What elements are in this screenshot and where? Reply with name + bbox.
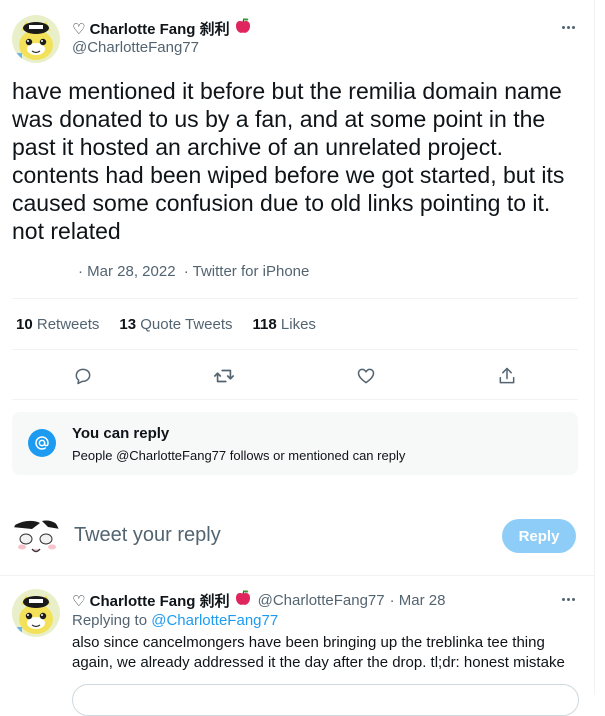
retweets-count: 10 xyxy=(16,316,33,333)
retweets-label: Retweets xyxy=(36,316,100,333)
reply-restriction-description: People @CharlotteFang77 follows or menti… xyxy=(72,448,406,463)
tweet-date-link[interactable]: · Mar 28, 2022 xyxy=(78,263,176,280)
likes-stat[interactable]: 118 Likes xyxy=(253,316,316,333)
divider xyxy=(12,399,578,400)
tweet-meta: · Mar 28, 2022 · Twitter for iPhone xyxy=(78,263,309,280)
quote-tweets-label: Quote Tweets xyxy=(140,316,233,333)
quote-tweets-count: 13 xyxy=(119,316,137,333)
reply-restriction-notice: You can reply People @CharlotteFang77 fo… xyxy=(12,412,578,475)
quoted-tweet-card[interactable] xyxy=(72,684,579,716)
apple-emoji-icon xyxy=(234,589,252,612)
reply-icon[interactable] xyxy=(67,360,99,392)
reply-author-display-name[interactable]: ♡ Charlotte Fang 刹利 xyxy=(72,590,230,611)
tweet-actions xyxy=(0,360,594,392)
share-icon[interactable] xyxy=(491,360,523,392)
author-avatar[interactable] xyxy=(12,15,60,63)
retweets-stat[interactable]: 10 Retweets xyxy=(16,316,99,333)
current-user-avatar[interactable] xyxy=(12,513,60,561)
reply-date[interactable]: · Mar 28 xyxy=(390,592,446,609)
tweet-source-link[interactable]: · Twitter for iPhone xyxy=(184,263,310,280)
reply-compose-input[interactable]: Tweet your reply xyxy=(74,524,221,547)
likes-count: 118 xyxy=(252,316,277,333)
divider xyxy=(0,575,594,576)
author-display-name[interactable]: ♡ Charlotte Fang 刹利 xyxy=(72,18,230,39)
divider xyxy=(12,298,578,299)
divider xyxy=(12,349,578,350)
reply-tweet-text: also since cancelmongers have been bring… xyxy=(72,634,565,671)
reply-author-avatar[interactable] xyxy=(12,589,60,637)
tweet-stats: 10 Retweets 13 Quote Tweets 118 Likes xyxy=(16,316,316,333)
reply-author-name-row[interactable]: ♡ Charlotte Fang 刹利 @CharlotteFang77 · M… xyxy=(72,589,445,612)
retweet-icon[interactable] xyxy=(208,360,240,392)
reply-button[interactable]: Reply xyxy=(502,519,576,553)
quote-tweets-stat[interactable]: 13 Quote Tweets xyxy=(119,316,232,333)
likes-label: Likes xyxy=(280,316,316,333)
replying-to: Replying to @CharlotteFang77 xyxy=(72,612,278,629)
mention-icon xyxy=(28,429,56,457)
author-handle[interactable]: @CharlotteFang77 xyxy=(72,39,199,56)
reply-restriction-title: You can reply xyxy=(72,425,170,442)
reply-author-handle[interactable]: @CharlotteFang77 xyxy=(258,592,385,609)
replying-to-handle-link[interactable]: @CharlotteFang77 xyxy=(151,612,278,629)
replying-to-label: Replying to xyxy=(72,612,148,629)
tweet-text: have mentioned it before but the remilia… xyxy=(12,78,565,244)
column-border xyxy=(594,0,595,695)
more-options-icon[interactable] xyxy=(558,17,578,37)
author-name-row[interactable]: ♡ Charlotte Fang 刹利 xyxy=(72,17,252,40)
apple-emoji-icon xyxy=(234,17,252,40)
more-options-icon[interactable] xyxy=(558,589,578,609)
heart-icon[interactable] xyxy=(350,360,382,392)
